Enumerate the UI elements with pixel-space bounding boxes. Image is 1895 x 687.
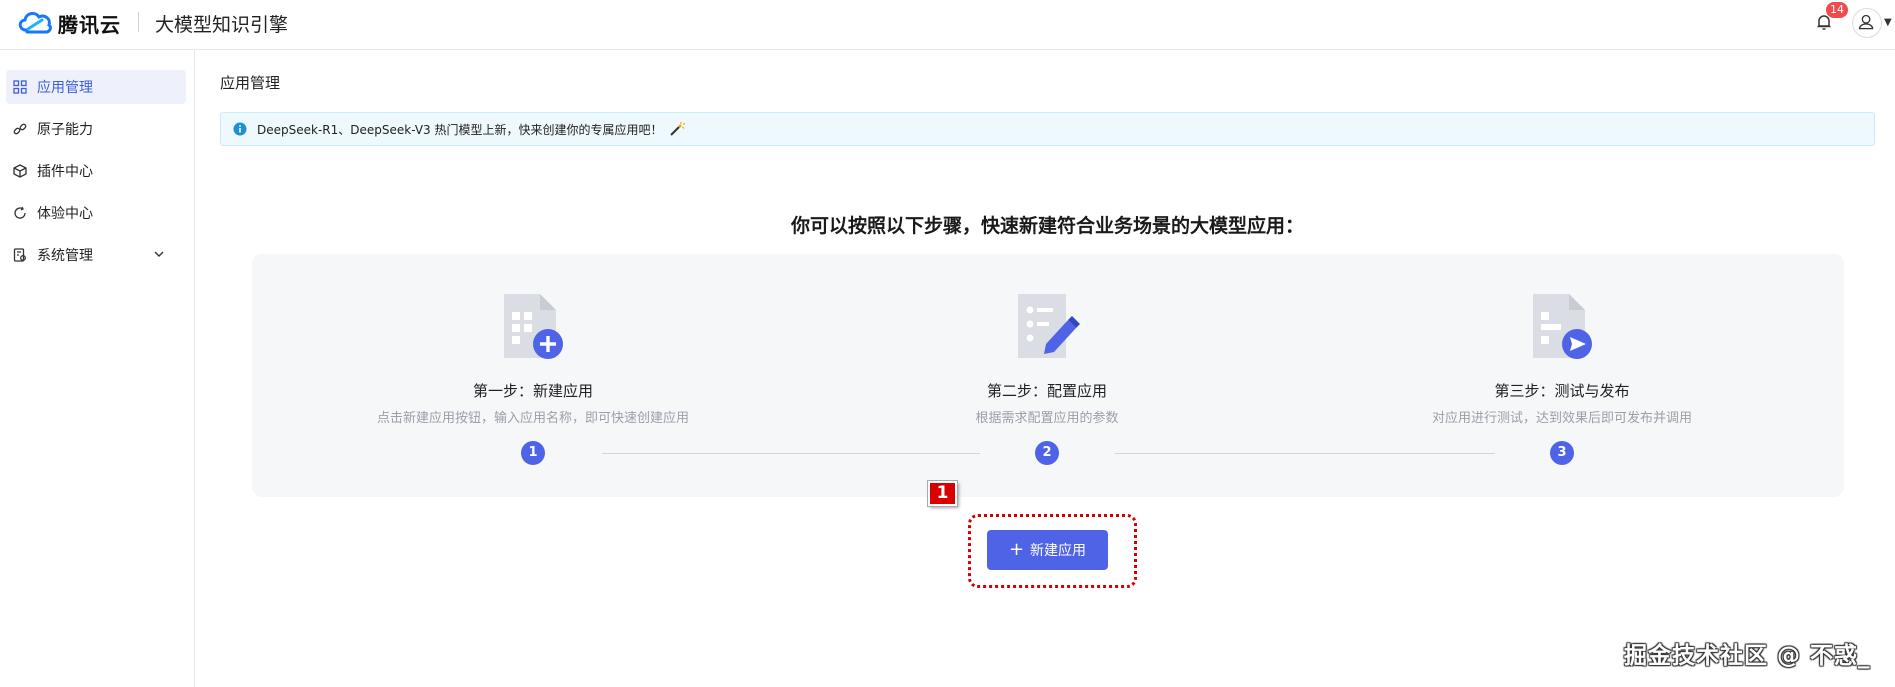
step-description: 根据需求配置应用的参数 <box>975 411 1119 426</box>
brand-name[interactable]: 腾讯云 <box>58 9 121 38</box>
user-avatar[interactable] <box>1852 8 1882 38</box>
grid-icon <box>13 80 27 94</box>
annotation-marker: 1 <box>928 481 957 506</box>
sidebar-item-app-management[interactable]: 应用管理 <box>6 70 186 104</box>
create-app-button-label: 新建应用 <box>1030 543 1087 559</box>
sidebar-item-plugin-center[interactable]: 插件中心 <box>6 154 186 188</box>
doc-edit-icon <box>1018 294 1080 358</box>
plus-icon: + <box>1008 539 1025 560</box>
watermark: 掘金技术社区 @ 不惑_ <box>1624 643 1871 669</box>
step-connector <box>602 453 980 454</box>
magic-wand-icon <box>669 122 685 136</box>
top-header: 腾讯云 大模型知识引擎 14 ▼ <box>0 0 1895 50</box>
user-menu-caret-icon[interactable]: ▼ <box>1884 17 1892 28</box>
step-description: 对应用进行测试，达到效果后即可发布并调用 <box>1431 411 1692 426</box>
guide-title: 你可以按照以下步骤，快速新建符合业务场景的大模型应用： <box>790 215 1304 237</box>
sidebar-item-system-management[interactable]: 系统管理 <box>6 238 186 272</box>
chevron-down-icon <box>154 251 164 257</box>
link-icon <box>13 123 27 135</box>
product-name: 大模型知识引擎 <box>155 14 289 36</box>
info-icon <box>233 122 247 136</box>
sidebar-item-atomic-capabilities[interactable]: 原子能力 <box>6 112 186 146</box>
doc-send-icon <box>1533 294 1592 359</box>
user-icon <box>1858 14 1874 30</box>
sidebar-item-label: 插件中心 <box>37 164 93 180</box>
sidebar-item-label: 系统管理 <box>37 248 93 264</box>
settings-doc-icon <box>13 248 26 262</box>
step-number-badge: 1 <box>521 441 545 465</box>
step-title: 第二步：配置应用 <box>986 382 1107 400</box>
sidebar-item-label: 应用管理 <box>37 80 93 96</box>
cube-icon <box>13 164 27 178</box>
tencent-cloud-logo-icon[interactable] <box>16 8 54 36</box>
doc-plus-icon <box>504 294 563 359</box>
sidebar-item-label: 原子能力 <box>37 122 93 138</box>
notice-banner: DeepSeek-R1、DeepSeek-V3 热门模型上新，快来创建你的专属应… <box>220 112 1875 146</box>
step-title: 第三步：测试与发布 <box>1494 382 1630 400</box>
sidebar: 应用管理 原子能力 插件中心 体验中心 系统管理 <box>0 50 195 687</box>
create-app-button[interactable]: + 新建应用 <box>987 530 1108 570</box>
notification-badge: 14 <box>1826 2 1848 18</box>
step-description: 点击新建应用按钮，输入应用名称，即可快速创建应用 <box>376 411 689 426</box>
step-title: 第一步：新建应用 <box>472 382 593 400</box>
notice-text: DeepSeek-R1、DeepSeek-V3 热门模型上新，快来创建你的专属应… <box>257 122 663 137</box>
step-number-badge: 2 <box>1035 441 1059 465</box>
step-number-badge: 3 <box>1550 441 1574 465</box>
steps-card: 第一步：新建应用 点击新建应用按钮，输入应用名称，即可快速创建应用 1 第二步：… <box>252 254 1844 497</box>
header-divider <box>138 12 139 32</box>
step-connector <box>1115 453 1495 454</box>
page-title: 应用管理 <box>220 74 281 92</box>
